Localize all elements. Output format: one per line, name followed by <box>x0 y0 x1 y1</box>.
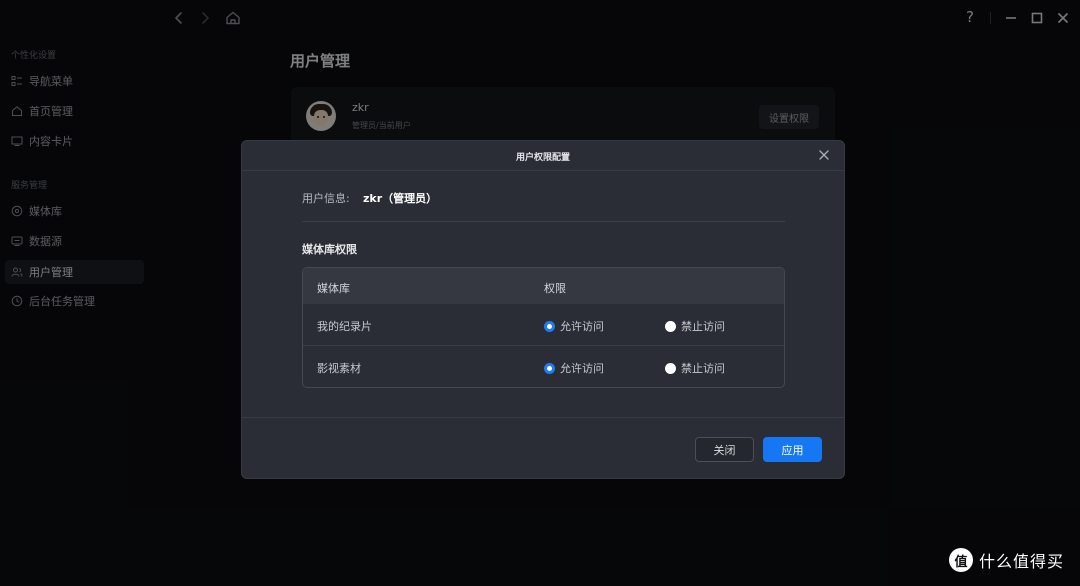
table-row: 影视素材 允许访问 禁止访问 <box>303 346 784 387</box>
apply-button[interactable]: 应用 <box>763 437 822 462</box>
user-info-label: 用户信息: <box>302 192 350 205</box>
permission-table: 媒体库 权限 我的纪录片 允许访问 禁止访问 影视素材 允许访问 禁止访问 <box>302 267 785 388</box>
radio-unchecked-icon <box>665 362 676 374</box>
close-button[interactable]: 关闭 <box>695 437 754 462</box>
permission-dialog: 用户权限配置 用户信息: zkr（管理员） 媒体库权限 媒体库 权限 我的纪录片… <box>241 140 845 479</box>
radio-label: 允许访问 <box>560 362 604 375</box>
dialog-header: 用户权限配置 <box>242 141 844 171</box>
radio-label: 允许访问 <box>560 320 604 333</box>
divider <box>302 221 785 222</box>
allow-access-radio[interactable]: 允许访问 <box>544 360 604 376</box>
watermark-logo: 值 <box>949 548 973 572</box>
deny-access-radio[interactable]: 禁止访问 <box>665 360 725 376</box>
watermark-text: 什么值得买 <box>979 552 1065 571</box>
radio-unchecked-icon <box>665 320 676 332</box>
user-info-value: zkr（管理员） <box>363 192 438 205</box>
library-name: 我的纪录片 <box>317 320 372 333</box>
table-header: 媒体库 权限 <box>303 268 784 304</box>
watermark: 值 什么值得买 <box>949 548 1064 572</box>
allow-access-radio[interactable]: 允许访问 <box>544 318 604 334</box>
close-icon <box>819 150 829 160</box>
table-row: 我的纪录片 允许访问 禁止访问 <box>303 304 784 346</box>
radio-label: 禁止访问 <box>681 320 725 333</box>
radio-checked-icon <box>544 362 555 374</box>
deny-access-radio[interactable]: 禁止访问 <box>665 318 725 334</box>
footer-divider <box>242 417 844 418</box>
library-name: 影视素材 <box>317 362 361 375</box>
radio-label: 禁止访问 <box>681 362 725 375</box>
column-header-library: 媒体库 <box>317 282 350 295</box>
radio-checked-icon <box>544 320 555 332</box>
section-title: 媒体库权限 <box>302 243 357 256</box>
column-header-permission: 权限 <box>544 282 566 295</box>
dialog-title: 用户权限配置 <box>515 153 570 163</box>
dialog-close-button[interactable] <box>817 148 831 162</box>
